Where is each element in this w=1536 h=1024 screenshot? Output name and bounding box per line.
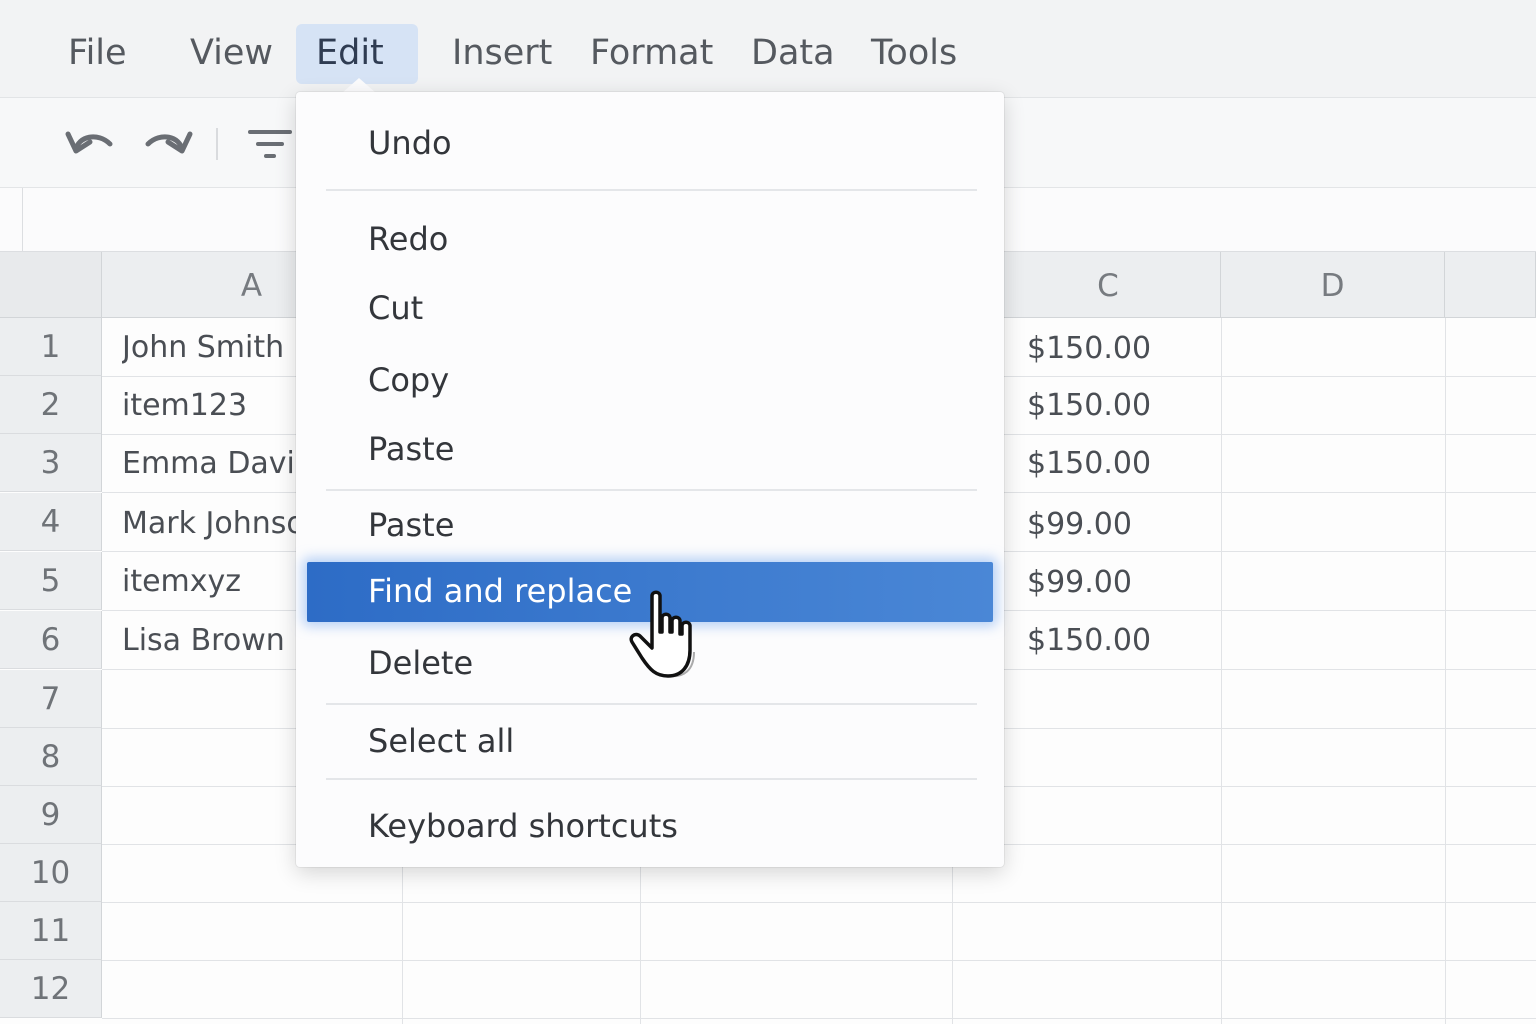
hand-pointer-icon [629, 590, 695, 678]
cell-c2[interactable]: $150.00 [1027, 388, 1151, 423]
row-header-8[interactable]: 8 [0, 728, 102, 786]
row-header-11[interactable]: 11 [0, 902, 102, 960]
menu-edit[interactable]: Edit [296, 24, 418, 114]
edit-menu-dropdown: Undo Redo Cut Copy Paste Paste Find and … [296, 92, 1004, 867]
column-header-e[interactable] [1445, 252, 1536, 318]
menu-tools[interactable]: Tools [851, 24, 977, 84]
menu-item-redo[interactable]: Redo [368, 220, 448, 258]
name-box-divider [22, 188, 23, 252]
toolbar-separator [216, 128, 218, 160]
menu-item-paste-special[interactable]: Paste [368, 506, 454, 544]
row-header-6[interactable]: 6 [0, 611, 102, 669]
menu-edit-label: Edit [316, 33, 384, 73]
cell-a3[interactable]: Emma Davis [122, 446, 298, 481]
menu-item-delete[interactable]: Delete [368, 644, 473, 682]
menu-item-select-all[interactable]: Select all [368, 722, 514, 760]
cell-c6[interactable]: $150.00 [1027, 623, 1151, 658]
row-gridline [102, 1018, 1536, 1019]
column-gridline [1221, 318, 1222, 1024]
cell-a4[interactable]: Mark Johnso [122, 506, 298, 541]
row-header-10[interactable]: 10 [0, 844, 102, 902]
row-header-5[interactable]: 5 [0, 552, 102, 610]
filter-icon[interactable] [244, 122, 296, 166]
cell-a1[interactable]: John Smith [122, 330, 298, 365]
cell-a5[interactable]: itemxyz [122, 564, 298, 599]
menu-item-keyboard-shortcuts[interactable]: Keyboard shortcuts [368, 807, 678, 845]
menu-item-copy[interactable]: Copy [368, 361, 449, 399]
column-gridline [1445, 318, 1446, 1024]
cell-a2[interactable]: item123 [122, 388, 298, 423]
menu-format[interactable]: Format [570, 24, 733, 84]
column-header-d[interactable]: D [1221, 252, 1445, 318]
cell-c4[interactable]: $99.00 [1027, 507, 1132, 542]
row-header-4[interactable]: 4 [0, 493, 102, 551]
menu-separator [326, 489, 977, 491]
cell-c3[interactable]: $150.00 [1027, 446, 1151, 481]
menu-item-paste[interactable]: Paste [368, 430, 454, 468]
menu-file[interactable]: File [48, 24, 147, 84]
menu-bar: File View Edit Insert Format Data Tools [0, 0, 1536, 114]
row-header-3[interactable]: 3 [0, 434, 102, 492]
menu-view[interactable]: View [170, 24, 293, 84]
undo-icon[interactable] [64, 120, 118, 164]
row-header-12[interactable]: 12 [0, 960, 102, 1018]
menu-insert[interactable]: Insert [432, 24, 572, 84]
row-header-9[interactable]: 9 [0, 786, 102, 844]
row-gridline [102, 902, 1536, 903]
cell-c1[interactable]: $150.00 [1027, 331, 1151, 366]
row-header-7[interactable]: 7 [0, 670, 102, 728]
menu-separator [326, 778, 977, 780]
menu-item-undo[interactable]: Undo [368, 124, 452, 162]
cell-a6[interactable]: Lisa Brown [122, 623, 298, 658]
menu-item-cut[interactable]: Cut [368, 289, 423, 327]
menu-data[interactable]: Data [731, 24, 855, 84]
column-header-c[interactable]: C [996, 252, 1221, 318]
row-gridline [102, 960, 1536, 961]
menu-separator [326, 703, 977, 705]
row-header-2[interactable]: 2 [0, 376, 102, 434]
redo-icon[interactable] [140, 120, 194, 164]
menu-item-find-and-replace[interactable]: Find and replace [368, 572, 632, 610]
select-all-corner[interactable] [0, 252, 102, 318]
menu-separator [326, 189, 977, 191]
dropdown-pointer [342, 78, 376, 93]
row-header-1[interactable]: 1 [0, 318, 102, 376]
cell-c5[interactable]: $99.00 [1027, 565, 1132, 600]
